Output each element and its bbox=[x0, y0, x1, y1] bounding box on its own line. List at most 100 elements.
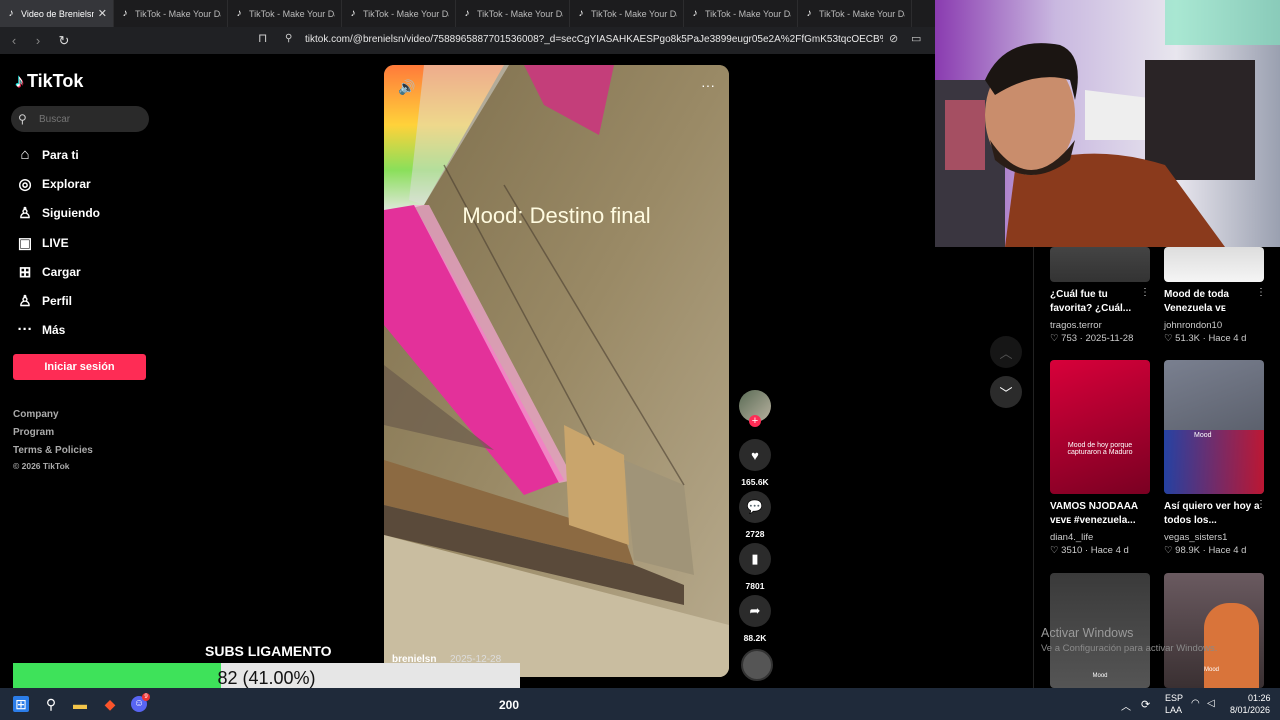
music-disc-icon[interactable] bbox=[741, 649, 773, 681]
sidebar-item-siguiendo[interactable]: ♙ Siguiendo bbox=[15, 204, 100, 222]
save-count: 7801 bbox=[745, 581, 765, 591]
site-info-icon[interactable]: ⚲ bbox=[285, 33, 297, 45]
close-tab-icon[interactable]: ✕ bbox=[98, 7, 107, 20]
tab[interactable]: ♪ TikTok - Make Your Day bbox=[798, 0, 912, 27]
more-options-icon[interactable]: ⋮ bbox=[1256, 287, 1266, 298]
search-input[interactable] bbox=[37, 112, 141, 126]
taskbar-counter: 200 bbox=[499, 698, 520, 712]
tab[interactable]: ♪ TikTok - Make Your Day bbox=[570, 0, 684, 27]
video-user[interactable]: vegas_sisters1 bbox=[1164, 532, 1227, 543]
save-action[interactable]: ▮ 7801 bbox=[739, 543, 771, 591]
sidebar-item-perfil[interactable]: ♙ Perfil bbox=[15, 292, 72, 310]
chevron-up-icon[interactable]: ︿ bbox=[990, 336, 1022, 368]
tiktok-tab-icon: ♪ bbox=[8, 7, 14, 19]
cast-icon[interactable]: ▭ bbox=[911, 32, 921, 45]
sidebar-item-label: Siguiendo bbox=[42, 206, 100, 220]
footer-link-terms[interactable]: Terms & Policies bbox=[13, 445, 93, 456]
share-icon[interactable]: ➦ bbox=[739, 595, 771, 627]
windows-taskbar: ⊞ ⚲ ▬ ◆ ☺ 9 200 ︿ ⟳ ESP LAA ◠ ◁ 01:26 8/… bbox=[0, 688, 1280, 720]
thumbnail-text: Mood bbox=[1092, 673, 1108, 679]
tiktok-logo[interactable]: ♪ TikTok bbox=[15, 71, 83, 92]
like-count: 3510 bbox=[1061, 545, 1083, 556]
video-title[interactable]: ¿Cuál fue tu favorita? ¿Cuál... bbox=[1050, 288, 1150, 316]
tab[interactable]: ♪ TikTok - Make Your Day bbox=[684, 0, 798, 27]
network-status-icon[interactable]: ⟳ bbox=[1141, 698, 1150, 711]
follow-plus-icon[interactable]: + bbox=[749, 415, 761, 427]
tab[interactable]: ♪ TikTok - Make Your Day bbox=[342, 0, 456, 27]
tray-chevron-up-icon[interactable]: ︿ bbox=[1121, 698, 1131, 713]
tab[interactable]: ♪ TikTok - Make Your Day bbox=[114, 0, 228, 27]
url-field[interactable]: tiktok.com/@brenielsn/video/758896588770… bbox=[305, 34, 883, 45]
brave-browser-icon[interactable]: ◆ bbox=[102, 696, 118, 712]
share-action[interactable]: ➦ 88.2K bbox=[739, 595, 771, 643]
search-icon: ⚲ bbox=[18, 112, 27, 126]
home-icon: ⌂ bbox=[20, 146, 30, 163]
language-top[interactable]: ESP bbox=[1165, 693, 1183, 703]
tab[interactable]: ♪ TikTok - Make Your Day bbox=[228, 0, 342, 27]
tab-active[interactable]: ♪ Video de Brenielsn ✕ bbox=[0, 0, 114, 27]
tiktok-logo-icon: ♪ bbox=[15, 71, 24, 91]
comment-action[interactable]: 💬 2728 bbox=[739, 491, 771, 539]
video-thumbnail[interactable]: Mood bbox=[1164, 573, 1264, 688]
sidebar-item-explorar[interactable]: ◎ Explorar bbox=[15, 175, 90, 193]
webcam-image bbox=[935, 0, 1280, 247]
forward-icon[interactable]: › bbox=[28, 31, 48, 51]
video-thumbnail[interactable]: Mood bbox=[1164, 360, 1264, 494]
video-thumbnail[interactable] bbox=[1164, 247, 1264, 282]
compass-icon: ◎ bbox=[18, 176, 32, 193]
video-meta: ♡ 3510 · Hace 4 d bbox=[1050, 545, 1129, 556]
video-user[interactable]: johnrondon10 bbox=[1164, 320, 1222, 331]
sidebar-item-mas[interactable]: ··· Más bbox=[15, 321, 66, 338]
login-button[interactable]: Iniciar sesión bbox=[13, 354, 146, 380]
video-title[interactable]: Mood de toda Venezuela ᴠᴇ bbox=[1164, 288, 1264, 316]
more-options-icon[interactable]: ⋮ bbox=[1256, 499, 1266, 510]
tiktok-tab-icon: ♪ bbox=[578, 7, 584, 19]
footer-link-program[interactable]: Program bbox=[13, 427, 54, 438]
thumbnail-text: Mood bbox=[1194, 432, 1212, 439]
speaker-icon[interactable]: ◁ bbox=[1207, 698, 1215, 709]
sidebar-item-live[interactable]: ▣ LIVE bbox=[15, 234, 69, 252]
video-thumbnail[interactable] bbox=[1050, 247, 1150, 282]
clock-time[interactable]: 01:26 bbox=[1248, 693, 1271, 703]
video-title[interactable]: Así quiero ver hoy a todos los... bbox=[1164, 500, 1264, 528]
wifi-icon[interactable]: ◠ bbox=[1191, 698, 1200, 709]
subs-goal-title: SUBS LIGAMENTO bbox=[205, 643, 332, 659]
sidebar-item-cargar[interactable]: ⊞ Cargar bbox=[15, 263, 81, 281]
video-meta: ♡ 753 · 2025-11-28 bbox=[1050, 333, 1134, 344]
file-explorer-icon[interactable]: ▬ bbox=[72, 696, 88, 712]
search-box[interactable]: ⚲ bbox=[11, 106, 149, 132]
more-options-icon[interactable]: ⋮ bbox=[1140, 287, 1150, 298]
video-player[interactable]: 🔊 ··· Mood: Destino final brenielsn 2025… bbox=[384, 65, 729, 677]
more-options-icon[interactable]: ··· bbox=[701, 77, 715, 93]
tiktok-tab-icon: ♪ bbox=[236, 7, 242, 19]
video-title[interactable]: VAMOS NJODAAA ᴠᴇᴠᴇ #venezuela... bbox=[1050, 500, 1150, 528]
thumbnail-text: Mood de hoy porque capturaron a Maduro bbox=[1067, 442, 1133, 456]
logo-text: TikTok bbox=[27, 71, 84, 91]
video-meta: ♡ 98.9K · Hace 4 d bbox=[1164, 545, 1247, 556]
volume-icon[interactable]: 🔊 bbox=[398, 79, 415, 96]
search-icon[interactable]: ⚲ bbox=[43, 696, 59, 712]
bookmark-icon[interactable]: ▮ bbox=[739, 543, 771, 575]
video-frame bbox=[384, 65, 729, 677]
bookmark-icon[interactable]: ⊓ bbox=[258, 31, 267, 45]
tiktok-tab-icon: ♪ bbox=[122, 7, 128, 19]
heart-icon[interactable]: ♥ bbox=[739, 439, 771, 471]
like-action[interactable]: ♥ 165.6K bbox=[739, 439, 771, 487]
chevron-down-icon[interactable]: ﹀ bbox=[990, 376, 1022, 408]
sidebar-item-para-ti[interactable]: ⌂ Para ti bbox=[15, 146, 78, 163]
video-thumbnail[interactable]: Mood de hoy porque capturaron a Maduro bbox=[1050, 360, 1150, 494]
language-bottom[interactable]: LAA bbox=[1165, 705, 1182, 715]
sidebar-item-label: Más bbox=[42, 322, 66, 337]
outlook-icon[interactable]: ⊞ bbox=[13, 696, 29, 712]
video-user[interactable]: tragos.terror bbox=[1050, 320, 1102, 331]
reload-icon[interactable]: ↻ bbox=[54, 31, 74, 51]
comment-icon[interactable]: 💬 bbox=[739, 491, 771, 523]
tracking-off-icon[interactable]: ⊘ bbox=[889, 32, 898, 45]
like-count: 165.6K bbox=[741, 477, 769, 487]
video-user[interactable]: dian4._life bbox=[1050, 532, 1093, 543]
clock-date[interactable]: 8/01/2026 bbox=[1230, 705, 1270, 715]
tab[interactable]: ♪ TikTok - Make Your Day bbox=[456, 0, 570, 27]
tab-label: Video de Brenielsn bbox=[21, 8, 94, 19]
footer-link-company[interactable]: Company bbox=[13, 409, 59, 420]
back-icon[interactable]: ‹ bbox=[4, 31, 24, 51]
